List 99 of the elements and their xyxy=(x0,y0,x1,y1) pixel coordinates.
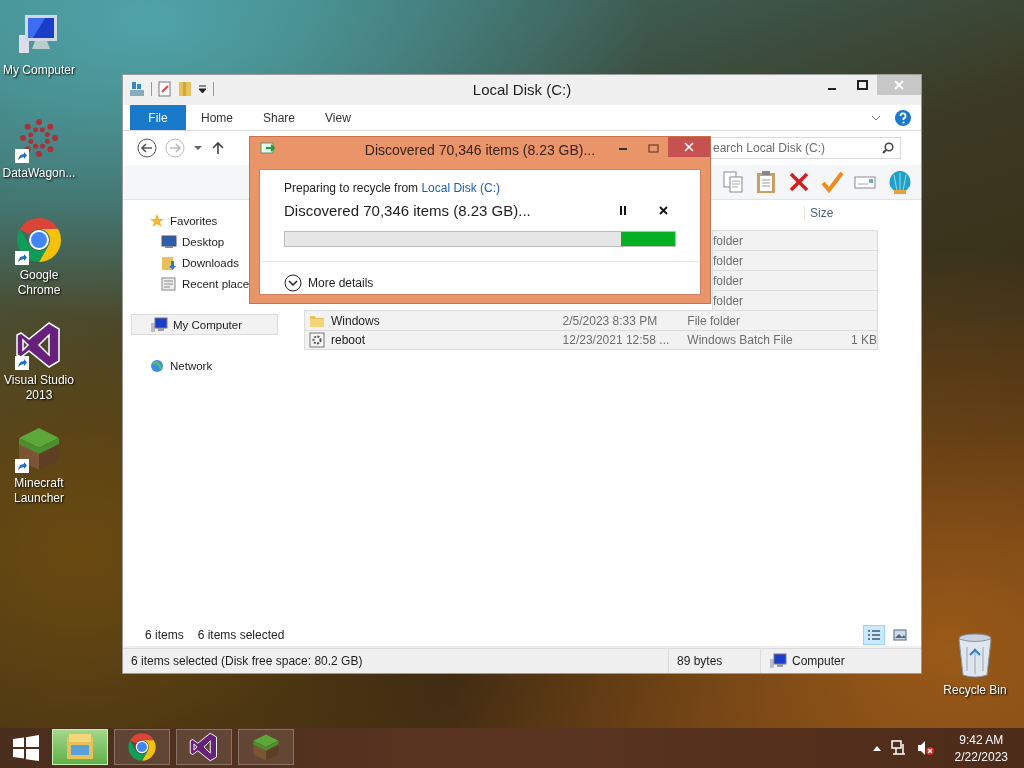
chevron-circle-icon xyxy=(284,274,302,292)
file-type: folder xyxy=(713,293,744,308)
file-type: Windows Batch File xyxy=(687,333,793,347)
desktop-icon xyxy=(161,234,177,249)
details-view-button[interactable] xyxy=(863,625,885,645)
pause-icon xyxy=(619,205,627,215)
icon-label: Recycle Bin xyxy=(943,683,1007,698)
status-text: 6 items selected (Disk free space: 80.2 GB) xyxy=(130,653,364,670)
visual-studio-icon[interactable] xyxy=(15,321,63,369)
folder-download-icon xyxy=(161,254,177,271)
checkmark-icon[interactable] xyxy=(821,170,843,194)
source-link[interactable]: Local Disk (C:) xyxy=(421,181,501,195)
maximize-icon xyxy=(856,80,868,90)
ribbon-tab[interactable]: Home xyxy=(186,105,248,130)
image-icon xyxy=(893,629,907,641)
progress-heading: Discovered 70,346 items (8.23 GB)... xyxy=(284,201,532,219)
nav-item[interactable]: Favorites xyxy=(131,210,218,231)
window-title: Local Disk (C:) xyxy=(471,81,573,98)
status-location: Computer xyxy=(792,654,845,668)
up-arrow-icon[interactable] xyxy=(211,141,225,155)
close-button[interactable] xyxy=(668,137,710,157)
computer-icon xyxy=(150,316,168,333)
chrome-icon xyxy=(127,732,157,762)
nav-item[interactable]: Network xyxy=(131,355,213,376)
drive-icon[interactable] xyxy=(129,81,145,97)
folder-icon xyxy=(65,733,95,761)
back-button[interactable] xyxy=(137,138,157,158)
file-row[interactable]: reboot 12/23/2021 12:58 ... Windows Batch File 1 KB xyxy=(304,330,878,350)
shell-icon[interactable] xyxy=(887,169,913,195)
file-type: folder xyxy=(713,253,744,268)
file-type: folder xyxy=(713,273,744,288)
file-name: reboot xyxy=(331,333,366,347)
recent-places-icon xyxy=(161,275,177,292)
help-icon[interactable] xyxy=(895,109,911,126)
icon-label: DataWagon... xyxy=(2,166,76,181)
properties-icon[interactable] xyxy=(158,81,172,97)
file-row[interactable]: folder xyxy=(712,230,878,250)
nav-item[interactable]: Downloads xyxy=(131,252,239,273)
nav-item[interactable]: My Computer xyxy=(131,314,278,335)
close-icon xyxy=(894,80,904,90)
chevron-icon[interactable] xyxy=(871,114,881,121)
file-row[interactable]: folder xyxy=(712,290,878,310)
recent-dropdown-icon[interactable] xyxy=(193,145,203,151)
progress-description: Preparing to recycle from Local Disk (C:) xyxy=(284,181,502,195)
icon-label: Minecraft Launcher xyxy=(12,476,65,506)
selection-count: 6 items selected xyxy=(197,628,285,642)
date-modified: 12/23/2021 12:58 ... xyxy=(562,333,670,347)
clock-date[interactable]: 2/22/2023 xyxy=(954,749,1008,764)
dialog-title: Discovered 70,346 items (8.23 GB)... xyxy=(363,142,597,158)
search-icon[interactable] xyxy=(882,142,894,154)
file-row[interactable]: folder xyxy=(712,250,878,270)
muted-speaker-icon[interactable] xyxy=(916,740,935,756)
ribbon-tab[interactable]: Share xyxy=(248,105,311,130)
file-row[interactable]: Windows 2/5/2023 8:33 PM File folder xyxy=(304,310,878,330)
folder-icon xyxy=(309,313,325,328)
icon-label: Visual Studio 2013 xyxy=(3,373,75,403)
ribbon-tab[interactable]: View xyxy=(310,105,366,130)
more-details-toggle[interactable]: More details xyxy=(284,274,700,292)
start-button[interactable] xyxy=(12,735,40,761)
date-modified: 2/5/2023 8:33 PM xyxy=(562,313,658,328)
maximize-icon xyxy=(647,144,659,154)
delete-icon[interactable] xyxy=(788,170,810,194)
file-name: Windows xyxy=(331,313,380,328)
item-count: 6 items xyxy=(145,628,184,642)
icon-label: Google Chrome xyxy=(16,268,62,298)
star-icon xyxy=(149,212,165,229)
close-icon xyxy=(684,142,694,152)
chrome-icon[interactable] xyxy=(15,216,63,264)
column-header[interactable]: Size xyxy=(804,205,834,220)
close-icon xyxy=(658,205,668,215)
network-icon xyxy=(149,357,165,374)
clipboard-icon[interactable] xyxy=(755,170,777,194)
progress-marquee xyxy=(621,232,675,246)
nav-item[interactable]: Recent place xyxy=(131,273,250,294)
computer-icon xyxy=(769,653,787,669)
clock-time[interactable]: 9:42 AM xyxy=(959,732,1004,747)
file-row[interactable]: folder xyxy=(712,270,878,290)
recycle-task-icon xyxy=(260,142,276,156)
chrome-taskbar-button[interactable] xyxy=(114,729,170,765)
grass-block-icon xyxy=(251,732,281,762)
minimize-icon xyxy=(619,148,627,150)
minimize-icon xyxy=(828,88,836,90)
icon-label: My Computer xyxy=(3,63,75,78)
file-type: folder xyxy=(713,233,744,248)
gear-file-icon xyxy=(309,332,325,348)
nav-item[interactable]: Desktop xyxy=(131,231,225,252)
grass-block-taskbar-button[interactable] xyxy=(238,729,294,765)
show-hidden-icons-icon[interactable] xyxy=(872,745,881,751)
visual-studio-taskbar-button[interactable] xyxy=(176,729,232,765)
list-icon xyxy=(867,629,881,641)
file-tab[interactable]: File xyxy=(130,105,186,130)
search-field[interactable]: earch Local Disk (C:) xyxy=(709,137,901,159)
recycle-bin-icon[interactable] xyxy=(955,631,995,679)
visual-studio-icon xyxy=(189,732,219,762)
file-type: File folder xyxy=(687,313,740,328)
status-size: 89 bytes xyxy=(668,649,760,673)
file-size: 1 KB xyxy=(851,333,877,347)
network-icon[interactable] xyxy=(890,740,907,756)
dropdown-arrow-icon[interactable] xyxy=(198,84,207,94)
